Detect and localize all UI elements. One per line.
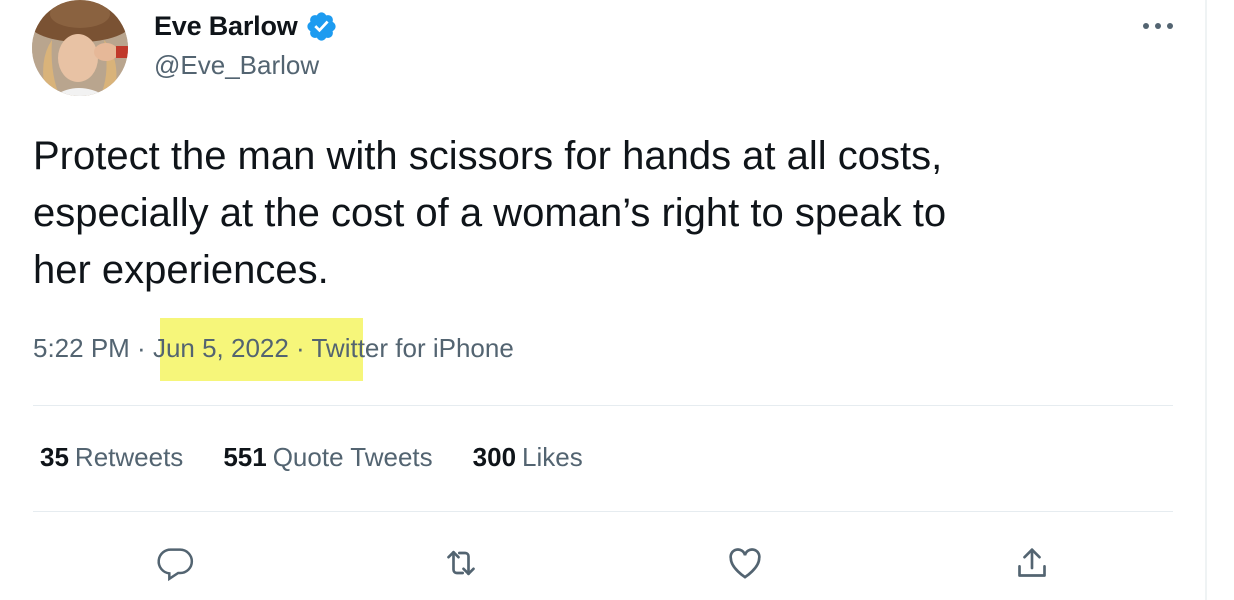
more-horizontal-icon[interactable]	[1138, 14, 1178, 38]
retweet-icon[interactable]	[436, 538, 486, 588]
likes-stat[interactable]: 300 Likes	[473, 442, 583, 473]
user-handle[interactable]: @Eve_Barlow	[154, 50, 319, 81]
quote-tweets-label: Quote Tweets	[272, 442, 433, 472]
quote-tweets-stat[interactable]: 551 Quote Tweets	[223, 442, 432, 473]
tweet-date[interactable]: Jun 5, 2022	[153, 333, 289, 363]
divider-top	[33, 405, 1173, 406]
retweets-stat[interactable]: 35 Retweets	[40, 442, 183, 473]
meta-separator: ·	[129, 333, 153, 363]
likes-label: Likes	[522, 442, 583, 472]
tweet-time[interactable]: 5:22 PM	[33, 333, 130, 363]
meta-separator-2: ·	[288, 333, 312, 363]
heart-icon[interactable]	[720, 538, 770, 588]
engagement-stats: 35 Retweets 551 Quote Tweets 300 Likes	[40, 442, 583, 473]
retweets-label: Retweets	[74, 442, 184, 472]
tweet-text: Protect the man with scissors for hands …	[33, 134, 947, 292]
avatar[interactable]	[32, 0, 128, 96]
reply-icon[interactable]	[151, 538, 201, 588]
tweet-metadata: 5:22 PM · Jun 5, 2022 · Twitter for iPho…	[33, 333, 1234, 364]
quote-tweets-count: 551	[223, 442, 267, 472]
tweet-source[interactable]: Twitter for iPhone	[311, 333, 513, 363]
divider-bottom	[33, 511, 1173, 512]
retweets-count: 35	[40, 442, 69, 472]
right-border	[1205, 0, 1207, 600]
display-name[interactable]: Eve Barlow	[154, 10, 338, 43]
display-name-text: Eve Barlow	[154, 11, 298, 41]
verified-badge-icon	[305, 10, 338, 43]
action-bar	[0, 538, 1234, 588]
likes-count: 300	[472, 442, 517, 472]
share-icon[interactable]	[1007, 538, 1057, 588]
